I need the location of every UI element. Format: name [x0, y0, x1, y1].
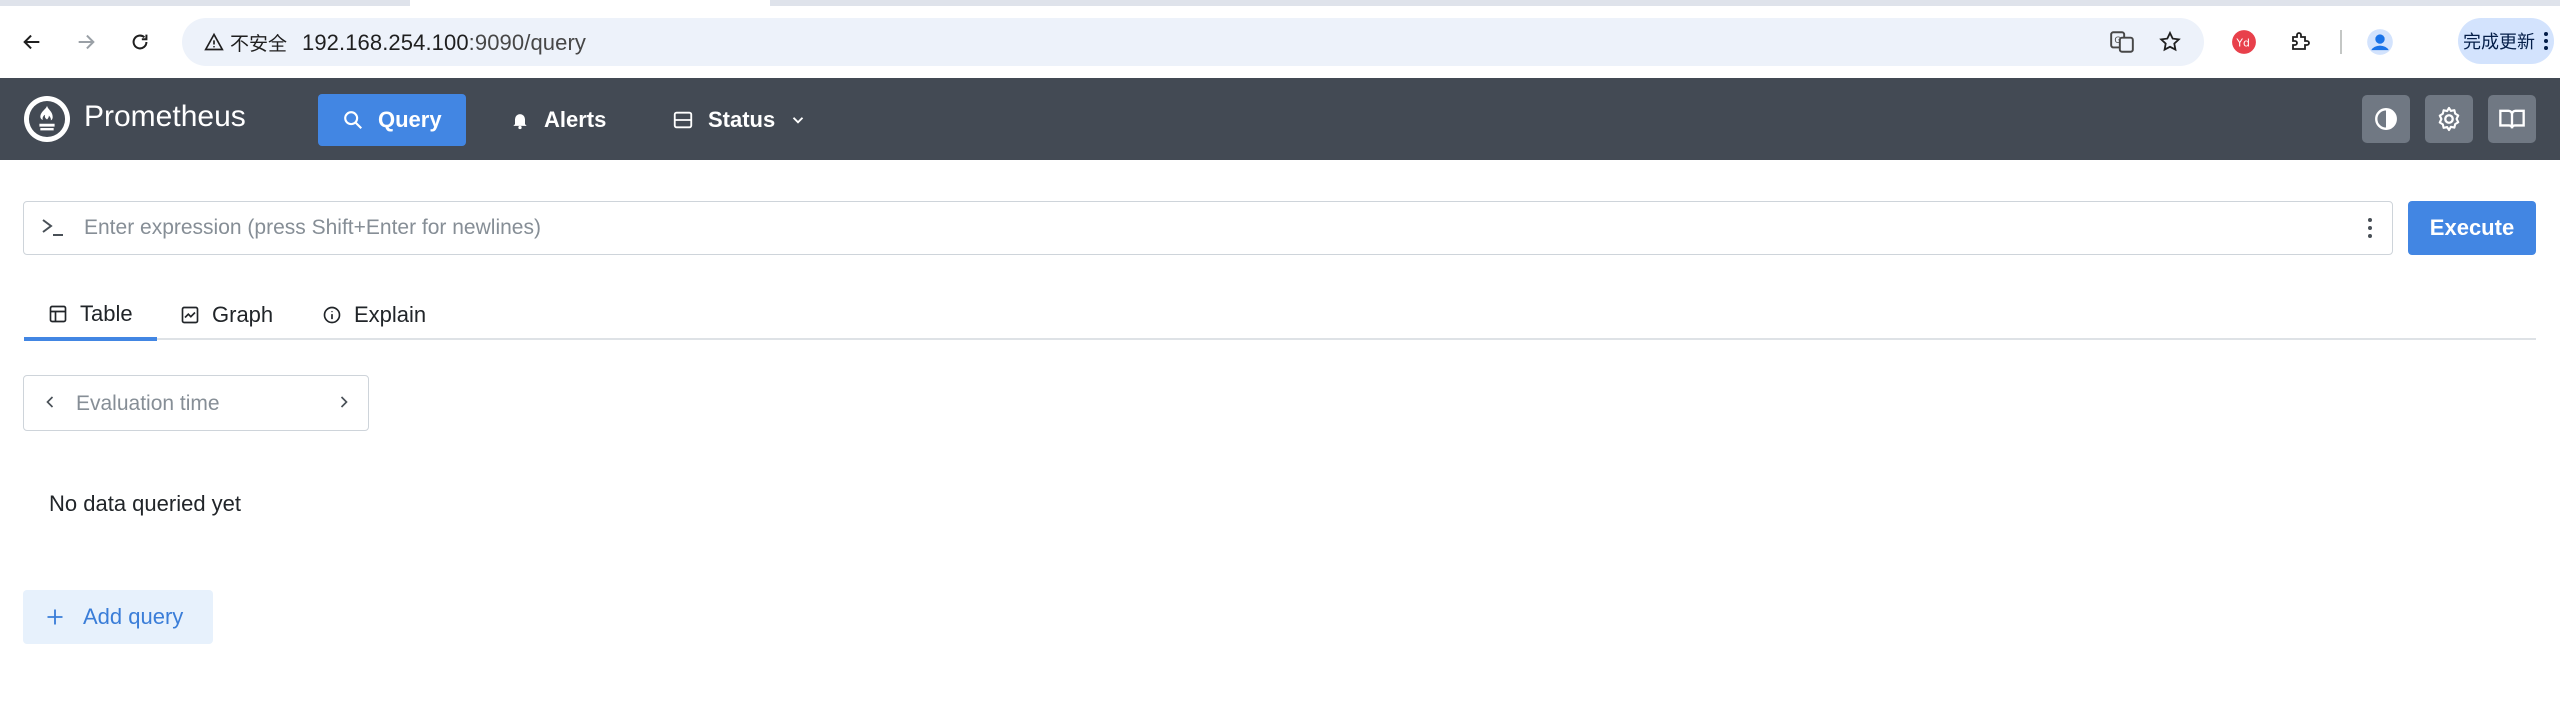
server-icon: [673, 111, 693, 129]
bookmark-button[interactable]: [2152, 24, 2188, 60]
forward-button[interactable]: [64, 20, 108, 64]
back-arrow-icon: [23, 34, 40, 50]
extensions-button[interactable]: [2278, 20, 2322, 64]
puzzle-icon: [2292, 32, 2310, 50]
expression-input[interactable]: Enter expression (press Shift+Enter for …: [84, 216, 541, 240]
table-icon: [49, 305, 67, 322]
execute-button[interactable]: Execute: [2408, 201, 2536, 255]
tab-table-label: Table: [80, 300, 133, 326]
tab-table[interactable]: Table: [24, 290, 157, 341]
active-browser-tab[interactable]: [410, 0, 770, 6]
terminal-prompt-icon: [42, 219, 63, 236]
chevron-right-icon[interactable]: [334, 392, 354, 412]
gear-icon: [2438, 106, 2460, 132]
tab-explain[interactable]: Explain: [298, 290, 450, 340]
browser-chrome: 不安全 192.168.254.100:9090/query G Yd 完成更新: [0, 0, 2560, 78]
star-icon: [2159, 30, 2181, 52]
plus-icon: [47, 609, 63, 625]
security-label: 不安全: [230, 33, 288, 55]
nav-query[interactable]: Query: [318, 94, 466, 146]
tab-explain-label: Explain: [354, 302, 427, 327]
nav-alerts[interactable]: Alerts: [486, 94, 630, 146]
toolbar-separator: [2340, 30, 2342, 54]
nav-query-label: Query: [378, 107, 442, 132]
expression-input-container[interactable]: Enter expression (press Shift+Enter for …: [23, 201, 2393, 255]
more-options-icon[interactable]: [2366, 215, 2374, 241]
avatar-icon: [2367, 29, 2393, 55]
chevron-left-icon[interactable]: [40, 392, 60, 412]
update-button[interactable]: 完成更新: [2458, 18, 2554, 64]
nav-alerts-label: Alerts: [544, 107, 607, 132]
book-icon: [2499, 109, 2525, 129]
empty-results-message: No data queried yet: [49, 491, 242, 516]
tab-graph[interactable]: Graph: [156, 290, 297, 340]
evaluation-time-input[interactable]: Evaluation time: [76, 392, 220, 416]
url-text[interactable]: 192.168.254.100:9090/query: [302, 30, 586, 56]
nav-status-label: Status: [708, 107, 776, 132]
address-bar[interactable]: 不安全 192.168.254.100:9090/query G: [182, 18, 2204, 66]
evaluation-time-control: Evaluation time: [23, 375, 369, 431]
more-vert-icon: [2544, 32, 2548, 50]
result-tabs: Table Graph Explain: [24, 290, 2536, 341]
nav-status[interactable]: Status: [648, 94, 831, 146]
chevron-down-icon: [793, 117, 804, 124]
profile-button[interactable]: [2358, 20, 2402, 64]
warning-icon: [204, 32, 224, 51]
graph-icon: [181, 306, 199, 324]
prometheus-navbar: Prometheus Query Alerts Status: [0, 78, 2560, 160]
bell-icon: [513, 114, 527, 130]
url-host: 192.168.254.100: [302, 30, 469, 55]
reload-button[interactable]: [118, 20, 162, 64]
add-query-button[interactable]: Add query: [23, 590, 213, 644]
youdao-extension-icon: Yd: [2232, 30, 2256, 54]
translate-icon: G: [2110, 31, 2134, 53]
tab-strip: [0, 0, 2560, 6]
tab-graph-label: Graph: [212, 302, 274, 327]
flame-icon: [28, 100, 66, 138]
prometheus-logo-icon[interactable]: [24, 96, 70, 142]
docs-button[interactable]: [2488, 95, 2536, 143]
update-label: 完成更新: [2463, 32, 2535, 52]
contrast-icon: [2375, 108, 2397, 130]
search-icon: [344, 111, 362, 129]
reload-icon: [132, 34, 148, 50]
theme-toggle-button[interactable]: [2362, 95, 2410, 143]
svg-text:Yd: Yd: [2235, 36, 2250, 49]
svg-text:G: G: [2114, 36, 2121, 46]
settings-button[interactable]: [2425, 95, 2473, 143]
add-query-label: Add query: [83, 604, 184, 629]
back-button[interactable]: [10, 20, 54, 64]
extension-youdao-button[interactable]: Yd: [2222, 20, 2266, 64]
forward-arrow-icon: [78, 34, 95, 50]
url-path: :9090/query: [468, 30, 586, 55]
info-icon: [323, 306, 341, 324]
brand-title[interactable]: Prometheus: [84, 100, 246, 134]
translate-button[interactable]: G: [2104, 24, 2140, 60]
security-chip[interactable]: 不安全: [194, 24, 299, 60]
